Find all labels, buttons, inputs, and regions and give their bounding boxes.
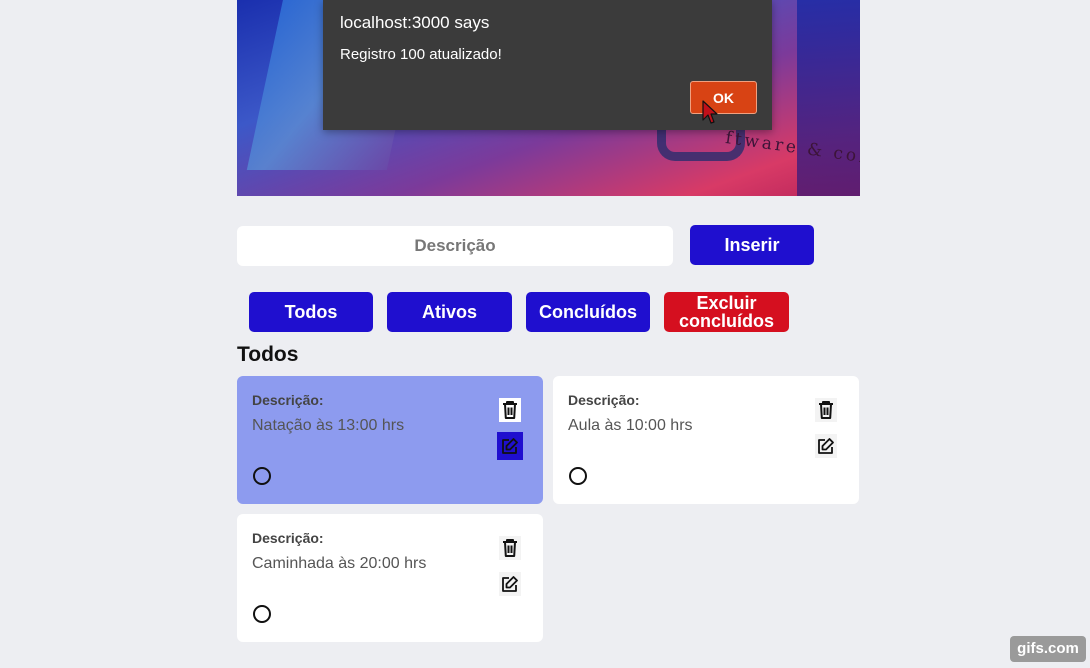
todo-label: Descrição: — [252, 392, 324, 408]
todo-description: Aula às 10:00 hrs — [568, 417, 693, 434]
trash-icon — [503, 401, 517, 419]
todo-card: Descrição: Natação às 13:00 hrs — [237, 376, 543, 504]
dialog-title: localhost:3000 says — [340, 13, 490, 32]
edit-button[interactable] — [497, 432, 523, 460]
dialog-message: Registro 100 atualizado! — [340, 46, 502, 63]
todo-description: Natação às 13:00 hrs — [252, 417, 405, 434]
description-input[interactable] — [237, 226, 673, 266]
filter-active-button[interactable]: Ativos — [387, 292, 512, 332]
banner-shape — [797, 0, 860, 196]
delete-button[interactable] — [815, 398, 837, 422]
delete-button[interactable] — [499, 398, 521, 422]
todo-card: Descrição: Aula às 10:00 hrs — [553, 376, 859, 504]
delete-button[interactable] — [499, 536, 521, 560]
todo-label: Descrição: — [252, 530, 324, 546]
filter-all-button[interactable]: Todos — [249, 292, 373, 332]
section-title: Todos — [237, 343, 299, 366]
edit-button[interactable] — [815, 434, 837, 458]
mouse-cursor-icon — [702, 100, 718, 124]
edit-icon — [502, 438, 518, 454]
todo-toggle-checkbox[interactable] — [253, 467, 271, 485]
todo-toggle-checkbox[interactable] — [253, 605, 271, 623]
watermark: gifs.com — [1010, 636, 1086, 662]
todo-toggle-checkbox[interactable] — [569, 467, 587, 485]
insert-button[interactable]: Inserir — [690, 225, 814, 265]
todo-card: Descrição: Caminhada às 20:00 hrs — [237, 514, 543, 642]
trash-icon — [503, 539, 517, 557]
trash-icon — [819, 401, 833, 419]
edit-icon — [502, 576, 518, 592]
todo-description: Caminhada às 20:00 hrs — [252, 555, 427, 572]
edit-button[interactable] — [499, 572, 521, 596]
edit-icon — [818, 438, 834, 454]
filter-completed-button[interactable]: Concluídos — [526, 292, 650, 332]
dialog-ok-button[interactable]: OK — [690, 81, 757, 114]
todo-label: Descrição: — [568, 392, 640, 408]
clear-completed-button[interactable]: Excluir concluídos — [664, 292, 789, 332]
